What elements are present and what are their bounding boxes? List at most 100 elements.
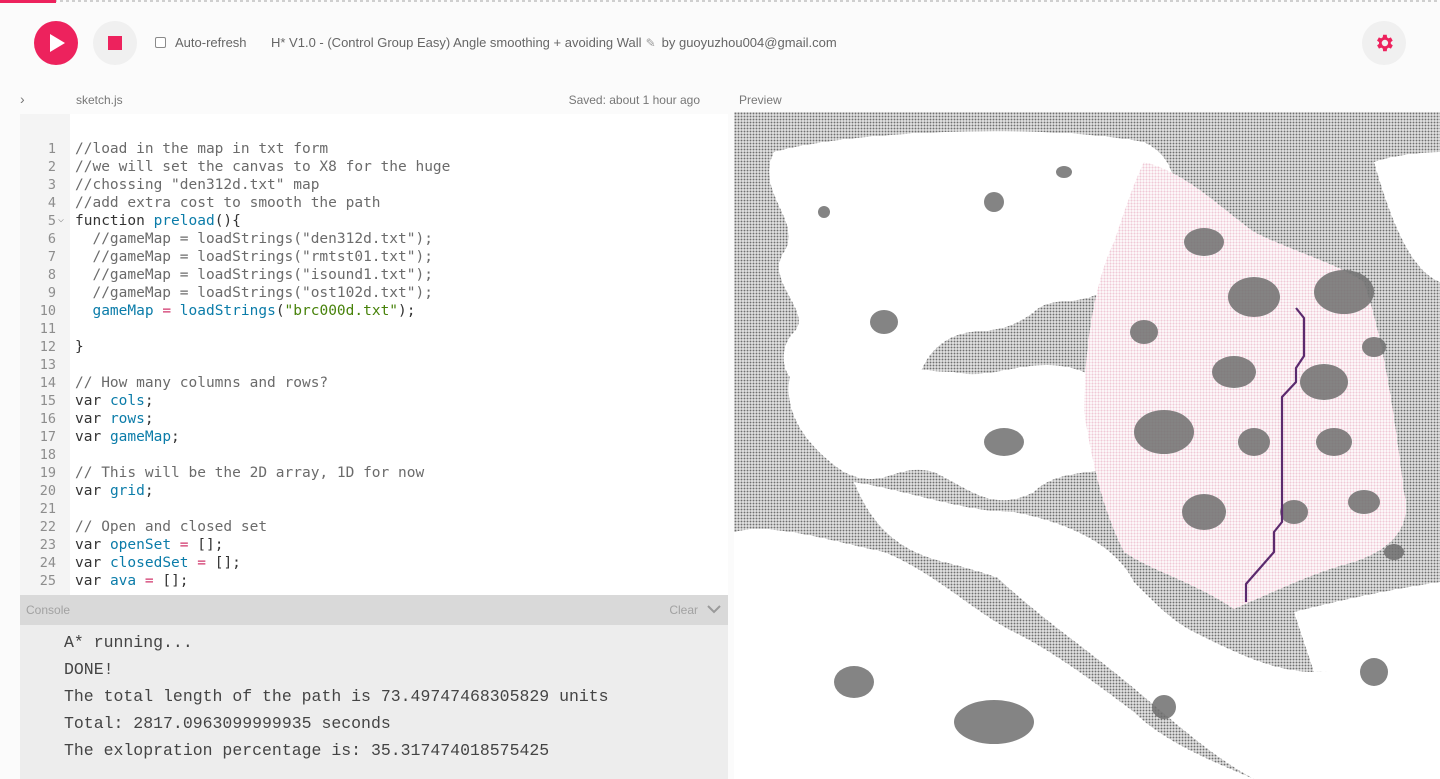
code-text: //add extra cost to smooth the path <box>75 195 381 211</box>
saved-status: Saved: about 1 hour ago <box>568 93 700 107</box>
auto-refresh-checkbox[interactable] <box>155 37 166 48</box>
code-line[interactable]: 24 var closedSet = []; <box>20 554 728 572</box>
line-number: 23 <box>39 537 56 553</box>
console-output: A* running... DONE! The total length of … <box>20 625 728 764</box>
file-name: sketch.js <box>76 93 123 107</box>
code-line[interactable]: 18 <box>20 446 728 464</box>
console-clear-button[interactable]: Clear <box>669 603 698 617</box>
code-text: gameMap = loadStrings("brc000d.txt"); <box>92 303 416 319</box>
code-text: var ava = []; <box>75 573 189 589</box>
line-number: 9 <box>47 285 56 301</box>
line-number: 14 <box>39 375 56 391</box>
console-title: Console <box>26 603 71 617</box>
sub-toolbar: › sketch.js Saved: about 1 hour ago Prev… <box>0 86 1440 114</box>
auto-refresh-label: Auto-refresh <box>175 35 247 50</box>
code-line[interactable]: 22 // Open and closed set <box>20 518 728 536</box>
code-text: // This will be the 2D array, 1D for now <box>75 465 425 481</box>
play-icon <box>50 34 65 52</box>
code-text: var rows; <box>75 411 154 427</box>
code-line[interactable]: 13 <box>20 356 728 374</box>
project-title[interactable]: H* V1.0 - (Control Group Easy) Angle smo… <box>271 35 642 50</box>
line-number: 13 <box>39 357 56 373</box>
code-text: } <box>75 339 84 355</box>
line-number: 7 <box>47 249 56 265</box>
code-line[interactable]: 1 //load in the map in txt form <box>20 140 728 158</box>
map-render <box>734 131 1440 779</box>
code-area[interactable]: 1 //load in the map in txt form 2 //we will… <box>20 140 728 590</box>
console-line: DONE! <box>64 660 114 679</box>
code-text: //load in the map in txt form <box>75 141 329 157</box>
line-number: 17 <box>39 429 56 445</box>
console-line: Total: 2817.0963099999935 seconds <box>64 714 391 733</box>
console-panel: Console Clear A* running... DONE! The to… <box>20 595 728 779</box>
line-number: 10 <box>39 303 56 319</box>
settings-button[interactable] <box>1362 21 1406 65</box>
code-line[interactable]: 20 var grid; <box>20 482 728 500</box>
code-text: var grid; <box>75 483 154 499</box>
code-text: //gameMap = loadStrings("ost102d.txt"); <box>75 285 433 301</box>
stop-icon <box>108 36 122 50</box>
code-line[interactable]: 2 //we will set the canvas to X8 for the … <box>20 158 728 176</box>
line-number: 6 <box>47 231 56 247</box>
line-number: 1 <box>47 141 56 157</box>
line-number: 19 <box>39 465 56 481</box>
console-line: The exlopration percentage is: 35.317474… <box>64 741 550 760</box>
code-line[interactable]: 25 var ava = []; <box>20 572 728 590</box>
line-number: 4 <box>47 195 56 211</box>
code-line[interactable]: 14 // How many columns and rows? <box>20 374 728 392</box>
console-header: Console Clear <box>20 595 728 625</box>
line-number: 24 <box>39 555 56 571</box>
line-number: 12 <box>39 339 56 355</box>
console-line: The total length of the path is 73.49747… <box>64 687 609 706</box>
code-editor[interactable]: 1 //load in the map in txt form 2 //we will… <box>20 114 728 595</box>
code-text: //chossing "den312d.txt" map <box>75 177 320 193</box>
pencil-icon[interactable]: ✎ <box>646 36 656 50</box>
sketch-preview-canvas[interactable] <box>734 112 1440 779</box>
code-line[interactable]: 21 <box>20 500 728 518</box>
line-number: 2 <box>47 159 56 175</box>
stop-button[interactable] <box>93 21 137 65</box>
code-line[interactable]: 10 gameMap = loadStrings("brc000d.txt"); <box>20 302 728 320</box>
project-info: H* V1.0 - (Control Group Easy) Angle smo… <box>271 35 837 50</box>
expand-sidebar-icon[interactable]: › <box>20 91 25 107</box>
code-line[interactable]: 11 <box>20 320 728 338</box>
code-line[interactable]: 4 //add extra cost to smooth the path <box>20 194 728 212</box>
code-text: // How many columns and rows? <box>75 375 329 391</box>
line-number: 11 <box>39 321 56 337</box>
line-number: 18 <box>39 447 56 463</box>
code-line[interactable]: 17 var gameMap; <box>20 428 728 446</box>
code-line[interactable]: 19 // This will be the 2D array, 1D for n… <box>20 464 728 482</box>
code-text: var cols; <box>75 393 154 409</box>
code-text: var openSet = []; <box>75 537 224 553</box>
code-text: function preload(){ <box>75 213 241 229</box>
code-text: //gameMap = loadStrings("rmtst01.txt"); <box>75 249 433 265</box>
line-number: 5 <box>47 213 56 229</box>
line-number: 25 <box>39 573 56 589</box>
line-number: 16 <box>39 411 56 427</box>
line-number: 20 <box>39 483 56 499</box>
code-text: var closedSet = []; <box>75 555 241 571</box>
code-text: var gameMap; <box>75 429 180 445</box>
code-line[interactable]: 5 ⌵ function preload(){ <box>20 212 728 230</box>
line-number: 21 <box>39 501 56 517</box>
code-line[interactable]: 12} <box>20 338 728 356</box>
code-line[interactable]: 6 //gameMap = loadStrings("den312d.txt")… <box>20 230 728 248</box>
code-line[interactable]: 15 var cols; <box>20 392 728 410</box>
code-line[interactable]: 9 //gameMap = loadStrings("ost102d.txt")… <box>20 284 728 302</box>
code-line[interactable]: 8 //gameMap = loadStrings("isound1.txt")… <box>20 266 728 284</box>
code-line[interactable]: 23 var openSet = []; <box>20 536 728 554</box>
fold-chevron-icon[interactable]: ⌵ <box>58 211 64 229</box>
project-byline[interactable]: by guoyuzhou004@gmail.com <box>662 35 837 50</box>
line-number: 8 <box>47 267 56 283</box>
line-number: 22 <box>39 519 56 535</box>
code-text: //we will set the canvas to X8 for the h… <box>75 159 451 175</box>
play-button[interactable] <box>34 21 78 65</box>
preview-label: Preview <box>739 93 782 107</box>
auto-refresh-toggle[interactable]: Auto-refresh <box>155 35 247 50</box>
code-line[interactable]: 16 var rows; <box>20 410 728 428</box>
chevron-down-icon[interactable] <box>706 601 722 617</box>
gear-icon <box>1377 34 1393 52</box>
toolbar: Auto-refresh H* V1.0 - (Control Group Ea… <box>0 0 1440 86</box>
code-line[interactable]: 7 //gameMap = loadStrings("rmtst01.txt")… <box>20 248 728 266</box>
code-line[interactable]: 3 //chossing "den312d.txt" map <box>20 176 728 194</box>
